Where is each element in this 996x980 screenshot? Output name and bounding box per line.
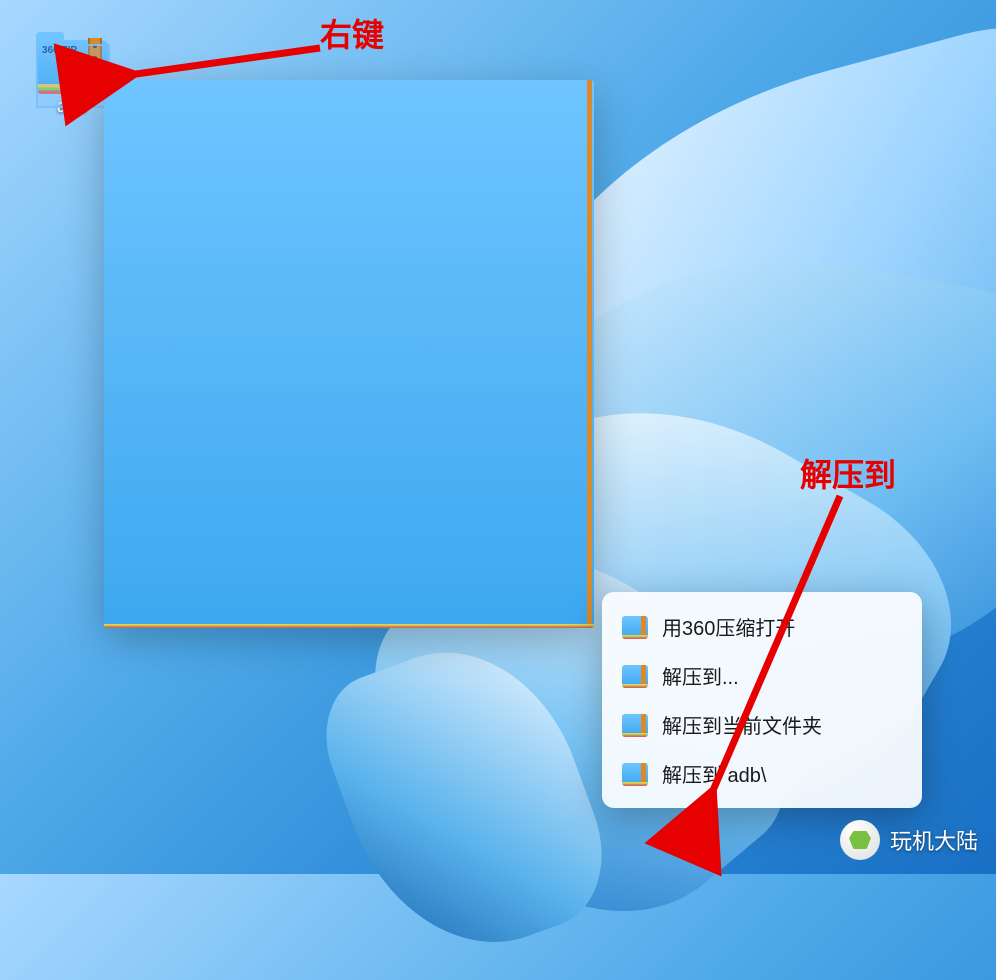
selection-highlight <box>36 44 110 108</box>
zip-folder-icon <box>622 665 648 687</box>
zip-folder-icon <box>622 714 648 736</box>
annotation-arrow-2 <box>690 490 870 820</box>
zip-folder-icon <box>622 616 648 638</box>
menu-360zip[interactable]: 360压缩 › <box>116 498 582 552</box>
annotation-arrow-1 <box>110 28 330 88</box>
context-menu: 打开 Enter 打开方式 › 全部解压缩... 压缩为 ZIP 文件 复制文件… <box>104 80 594 627</box>
watermark: 玩机大陆 <box>840 820 978 860</box>
annotation-extract-to: 解压到 <box>800 450 896 496</box>
wechat-icon <box>840 820 880 860</box>
zip-folder-icon <box>130 511 158 539</box>
annotation-right-click: 右键 <box>320 10 384 56</box>
zip-folder-icon <box>622 763 648 785</box>
watermark-text: 玩机大陆 <box>890 824 978 856</box>
